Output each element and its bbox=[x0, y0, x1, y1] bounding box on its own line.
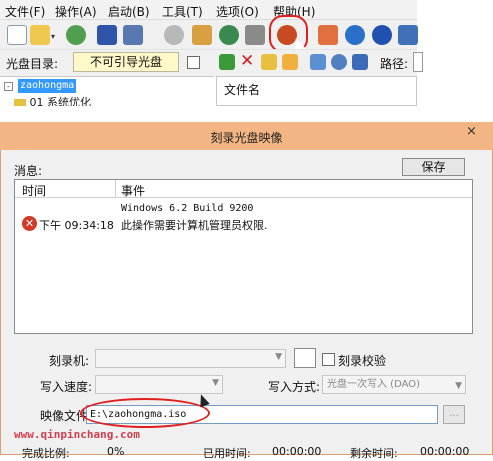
column-separator bbox=[115, 180, 116, 198]
chevron-down-icon: ▼ bbox=[275, 352, 282, 362]
log-event: 此操作需要计算机管理员权限. bbox=[121, 219, 268, 232]
log-event: Windows 6.2 Build 9200 bbox=[121, 203, 254, 214]
menu-bar: 文件(F) 操作(A) 启动(B) 工具(T) 选项(O) 帮助(H) bbox=[0, 0, 417, 20]
file-name-column-header[interactable]: 文件名 bbox=[224, 81, 260, 98]
write-mode-label: 写入方式: bbox=[268, 380, 321, 394]
menu-options[interactable]: 选项(O) bbox=[216, 3, 259, 20]
error-icon: ✕ bbox=[22, 216, 37, 231]
verify-checkbox[interactable] bbox=[322, 353, 335, 366]
boot-checkbox[interactable] bbox=[187, 56, 200, 69]
up-arrow-icon[interactable] bbox=[219, 54, 235, 70]
messages-label: 消息: bbox=[14, 164, 43, 178]
remaining-time-label: 剩余时间: bbox=[350, 447, 398, 460]
verify-label: 刻录校验 bbox=[338, 354, 387, 368]
add-folder-icon[interactable] bbox=[261, 54, 277, 70]
completion-ratio-label: 完成比例: bbox=[22, 447, 70, 460]
elapsed-time-label: 已用时间: bbox=[203, 447, 251, 460]
event-column-header[interactable]: 事件 bbox=[121, 182, 145, 199]
cd-green-icon[interactable] bbox=[219, 25, 239, 45]
cd-settings-icon[interactable] bbox=[245, 25, 265, 45]
burner-settings-button[interactable] bbox=[294, 348, 316, 368]
tree-node-root[interactable]: zaohongma bbox=[18, 79, 77, 93]
menu-tools[interactable]: 工具(T) bbox=[162, 3, 203, 20]
gear-icon[interactable] bbox=[331, 54, 347, 70]
watermark-text: www.qinpinchang.com bbox=[14, 428, 140, 441]
close-icon[interactable]: × bbox=[466, 124, 477, 139]
browse-button[interactable]: ... bbox=[443, 405, 465, 424]
completion-ratio-value: 0% bbox=[107, 445, 125, 458]
tree-node-child-label: 01 系统优化 bbox=[29, 96, 92, 106]
save-button[interactable]: 保存 bbox=[402, 158, 465, 176]
view-icon[interactable] bbox=[352, 54, 368, 70]
burner-label: 刻录机: bbox=[49, 354, 90, 368]
write-mode-value: 光盘一次写入 (DAO) bbox=[327, 379, 421, 390]
disk-drive-icon[interactable] bbox=[164, 25, 184, 45]
dropdown-arrow-icon[interactable]: ▾ bbox=[51, 32, 58, 41]
menu-boot[interactable]: 启动(B) bbox=[108, 3, 150, 20]
info-icon[interactable] bbox=[345, 25, 365, 45]
dialog-title: 刻录光盘映像 bbox=[210, 131, 283, 145]
menu-file[interactable]: 文件(F) bbox=[5, 3, 45, 20]
menu-action[interactable]: 操作(A) bbox=[55, 3, 97, 20]
window-icon[interactable] bbox=[398, 25, 418, 45]
export-icon[interactable] bbox=[318, 25, 338, 45]
path-input[interactable] bbox=[413, 52, 423, 72]
help-icon[interactable] bbox=[372, 25, 392, 45]
tree-node-child[interactable]: 01 系统优化 bbox=[14, 96, 91, 106]
tree-expand-icon[interactable]: - bbox=[4, 82, 13, 91]
back-icon[interactable] bbox=[66, 25, 86, 45]
chevron-down-icon: ▼ bbox=[212, 378, 219, 388]
save-icon[interactable] bbox=[97, 25, 117, 45]
write-speed-select[interactable]: ▼ bbox=[95, 375, 223, 394]
write-mode-select[interactable]: 光盘一次写入 (DAO) ▼ bbox=[322, 375, 466, 394]
remaining-time-value: 00:00:00 bbox=[420, 445, 470, 458]
delete-icon[interactable]: ✕ bbox=[240, 51, 254, 71]
elapsed-time-value: 00:00:00 bbox=[272, 445, 322, 458]
properties-icon[interactable] bbox=[310, 54, 326, 70]
save-as-icon[interactable] bbox=[123, 25, 143, 45]
main-toolbar: ▾ bbox=[0, 20, 418, 49]
path-label: 路径: bbox=[380, 57, 409, 71]
time-column-header[interactable]: 时间 bbox=[22, 182, 46, 199]
mount-icon[interactable] bbox=[192, 25, 212, 45]
boot-type-field[interactable]: 不可引导光盘 bbox=[73, 52, 179, 72]
log-time: 下午 09:34:18 bbox=[39, 219, 114, 232]
cd-directory-label: 光盘目录: bbox=[6, 57, 59, 71]
new-file-icon[interactable] bbox=[7, 25, 27, 45]
log-header bbox=[15, 180, 472, 198]
open-folder-icon[interactable] bbox=[30, 25, 50, 45]
rename-icon[interactable] bbox=[282, 54, 298, 70]
chevron-down-icon: ▼ bbox=[455, 381, 462, 391]
write-speed-label: 写入速度: bbox=[40, 380, 93, 394]
highlight-circle-iso bbox=[80, 398, 210, 428]
folder-icon bbox=[14, 98, 26, 106]
burner-select[interactable]: ▼ bbox=[95, 349, 286, 368]
